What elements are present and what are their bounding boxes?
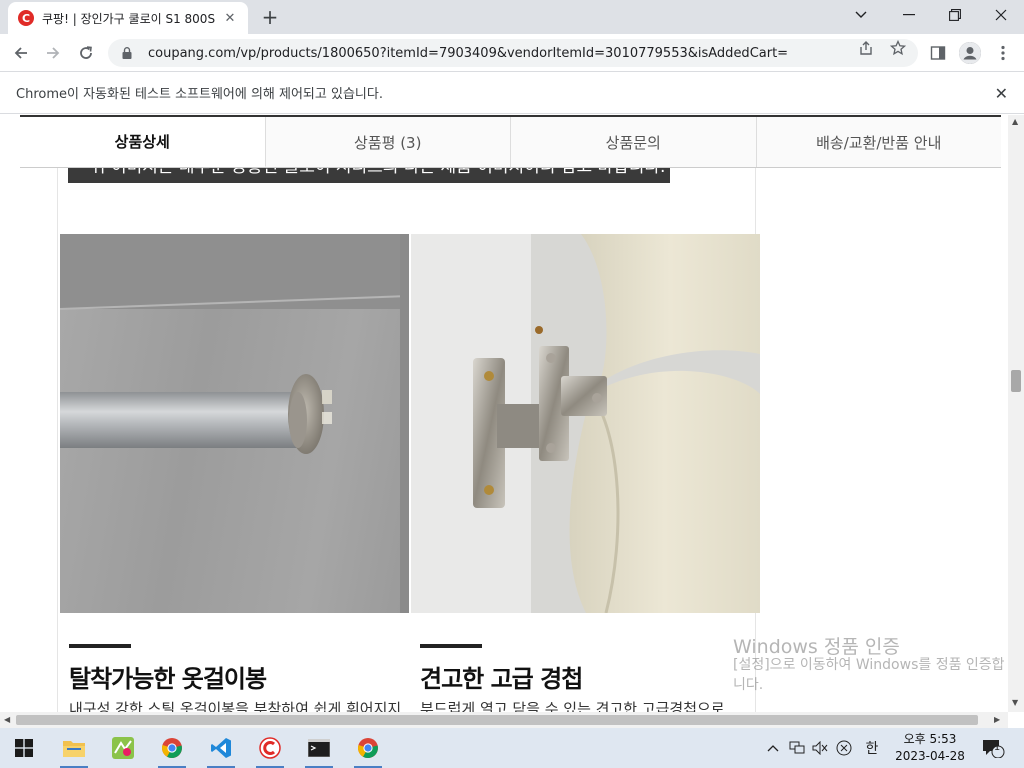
tab-reviews[interactable]: 상품평 (3) — [265, 117, 511, 167]
feature-title-rod: 탈착가능한 옷걸이봉 — [69, 665, 267, 693]
back-button[interactable] — [8, 40, 34, 66]
chrome-icon — [358, 738, 378, 758]
feature-desc-hinge: 부드럽게 열고 닫을 수 있는 견고한 고급경첩으로 — [420, 700, 725, 712]
bookmark-star-icon[interactable] — [890, 40, 906, 56]
forward-button[interactable] — [40, 40, 66, 66]
vscode-icon — [211, 738, 231, 758]
chrome-app-2[interactable] — [348, 728, 388, 768]
feature-title-bar — [69, 644, 131, 648]
scroll-up-arrow-icon[interactable]: ▲ — [1012, 117, 1018, 126]
tab-close-icon[interactable]: ✕ — [222, 11, 238, 26]
terminal-app[interactable] — [299, 728, 339, 768]
chrome-menu-icon[interactable] — [992, 42, 1014, 64]
browser-tab-active[interactable]: C 쿠팡! | 장인가구 쿨로이 S1 800S ✕ — [8, 2, 248, 34]
hanging-rod-photo — [60, 234, 409, 613]
chrome-icon — [162, 738, 182, 758]
chrome-app[interactable] — [152, 728, 192, 768]
terminal-icon — [308, 739, 330, 757]
hinge-photo — [411, 234, 760, 613]
maps-app[interactable] — [103, 728, 143, 768]
tab-inquiries[interactable]: 상품문의 — [511, 117, 757, 167]
vertical-scrollbar[interactable]: ▲ ▼ — [1008, 115, 1024, 712]
scroll-right-arrow-icon[interactable]: ▶ — [994, 715, 1000, 724]
horizontal-scrollbar[interactable]: ◀ ▶ — [0, 712, 1008, 728]
scroll-left-arrow-icon[interactable]: ◀ — [4, 715, 10, 724]
page-viewport: * 위 이미지는 대부분 공통된 쿨로이 시리즈의 다른 제품 이미지이니 참고… — [0, 115, 1008, 712]
address-bar[interactable]: coupang.com/vp/products/1800650?itemId=7… — [108, 39, 918, 67]
restore-button[interactable] — [932, 0, 978, 30]
feature-desc-rod: 내구성 강한 스틸 옷걸이봉을 부착하여 쉽게 휘어지지 — [69, 700, 402, 712]
tab-title: 쿠팡! | 장인가구 쿨로이 S1 800S — [42, 11, 216, 26]
profile-avatar-icon[interactable] — [959, 42, 981, 64]
start-button[interactable] — [4, 728, 44, 768]
infobar-message: Chrome이 자동화된 테스트 소프트웨어에 의해 제어되고 있습니다. — [16, 87, 383, 102]
minimize-button[interactable] — [886, 0, 932, 30]
tab-search-icon[interactable] — [838, 0, 884, 30]
browser-toolbar: coupang.com/vp/products/1800650?itemId=7… — [0, 34, 1024, 72]
reload-button[interactable] — [73, 40, 99, 66]
feature-title-hinge: 견고한 고급 경첩 — [420, 665, 583, 693]
windows-logo-icon — [15, 739, 33, 757]
feature-title-bar — [420, 644, 482, 648]
product-tab-bar: 상품상세 상품평 (3) 상품문의 배송/교환/반품 안내 — [20, 115, 1001, 168]
notification-count: 1 — [993, 742, 1001, 753]
tab-strip: C 쿠팡! | 장인가구 쿨로이 S1 800S ✕ + — [0, 0, 1024, 34]
coupang-favicon-icon: C — [18, 10, 34, 26]
automation-infobar: Chrome이 자동화된 테스트 소프트웨어에 의해 제어되고 있습니다. ✕ — [0, 72, 1024, 114]
folder-icon — [63, 741, 85, 757]
map-icon — [112, 737, 134, 759]
new-tab-button[interactable]: + — [258, 5, 282, 29]
notification-center-icon[interactable]: 1 — [980, 728, 1006, 768]
status-x-icon[interactable] — [834, 728, 854, 768]
network-icon[interactable] — [787, 728, 807, 768]
infobar-close-icon[interactable]: ✕ — [995, 84, 1008, 103]
tab-product-detail[interactable]: 상품상세 — [20, 117, 266, 167]
clock-time: 오후 5:53 — [903, 732, 957, 746]
taskbar-clock[interactable]: 오후 5:53 2023-04-28 — [890, 731, 970, 765]
show-hidden-icons-chevron-icon[interactable] — [764, 728, 782, 768]
volume-muted-icon[interactable] — [810, 728, 830, 768]
horizontal-scroll-thumb[interactable] — [16, 715, 978, 725]
share-icon[interactable] — [858, 40, 874, 56]
activation-watermark-subtitle: [설정]으로 이동하여 Windows를 정품 인증합니다. — [733, 657, 1005, 693]
tab-shipping-returns[interactable]: 배송/교환/반품 안내 — [756, 117, 1001, 167]
ime-indicator[interactable]: 한 — [862, 728, 882, 768]
scroll-down-arrow-icon[interactable]: ▼ — [1012, 698, 1018, 707]
windows-taskbar: 한 오후 5:53 2023-04-28 1 — [0, 728, 1024, 768]
coupang-app[interactable] — [250, 728, 290, 768]
clock-date: 2023-04-28 — [895, 749, 965, 763]
url-text: coupang.com/vp/products/1800650?itemId=7… — [148, 45, 789, 61]
vertical-scroll-thumb[interactable] — [1011, 370, 1021, 392]
side-panel-icon[interactable] — [927, 42, 949, 64]
file-explorer-app[interactable] — [54, 728, 94, 768]
lock-icon[interactable] — [120, 46, 134, 60]
coupang-icon — [259, 737, 281, 759]
close-window-button[interactable] — [978, 0, 1024, 30]
vscode-app[interactable] — [201, 728, 241, 768]
